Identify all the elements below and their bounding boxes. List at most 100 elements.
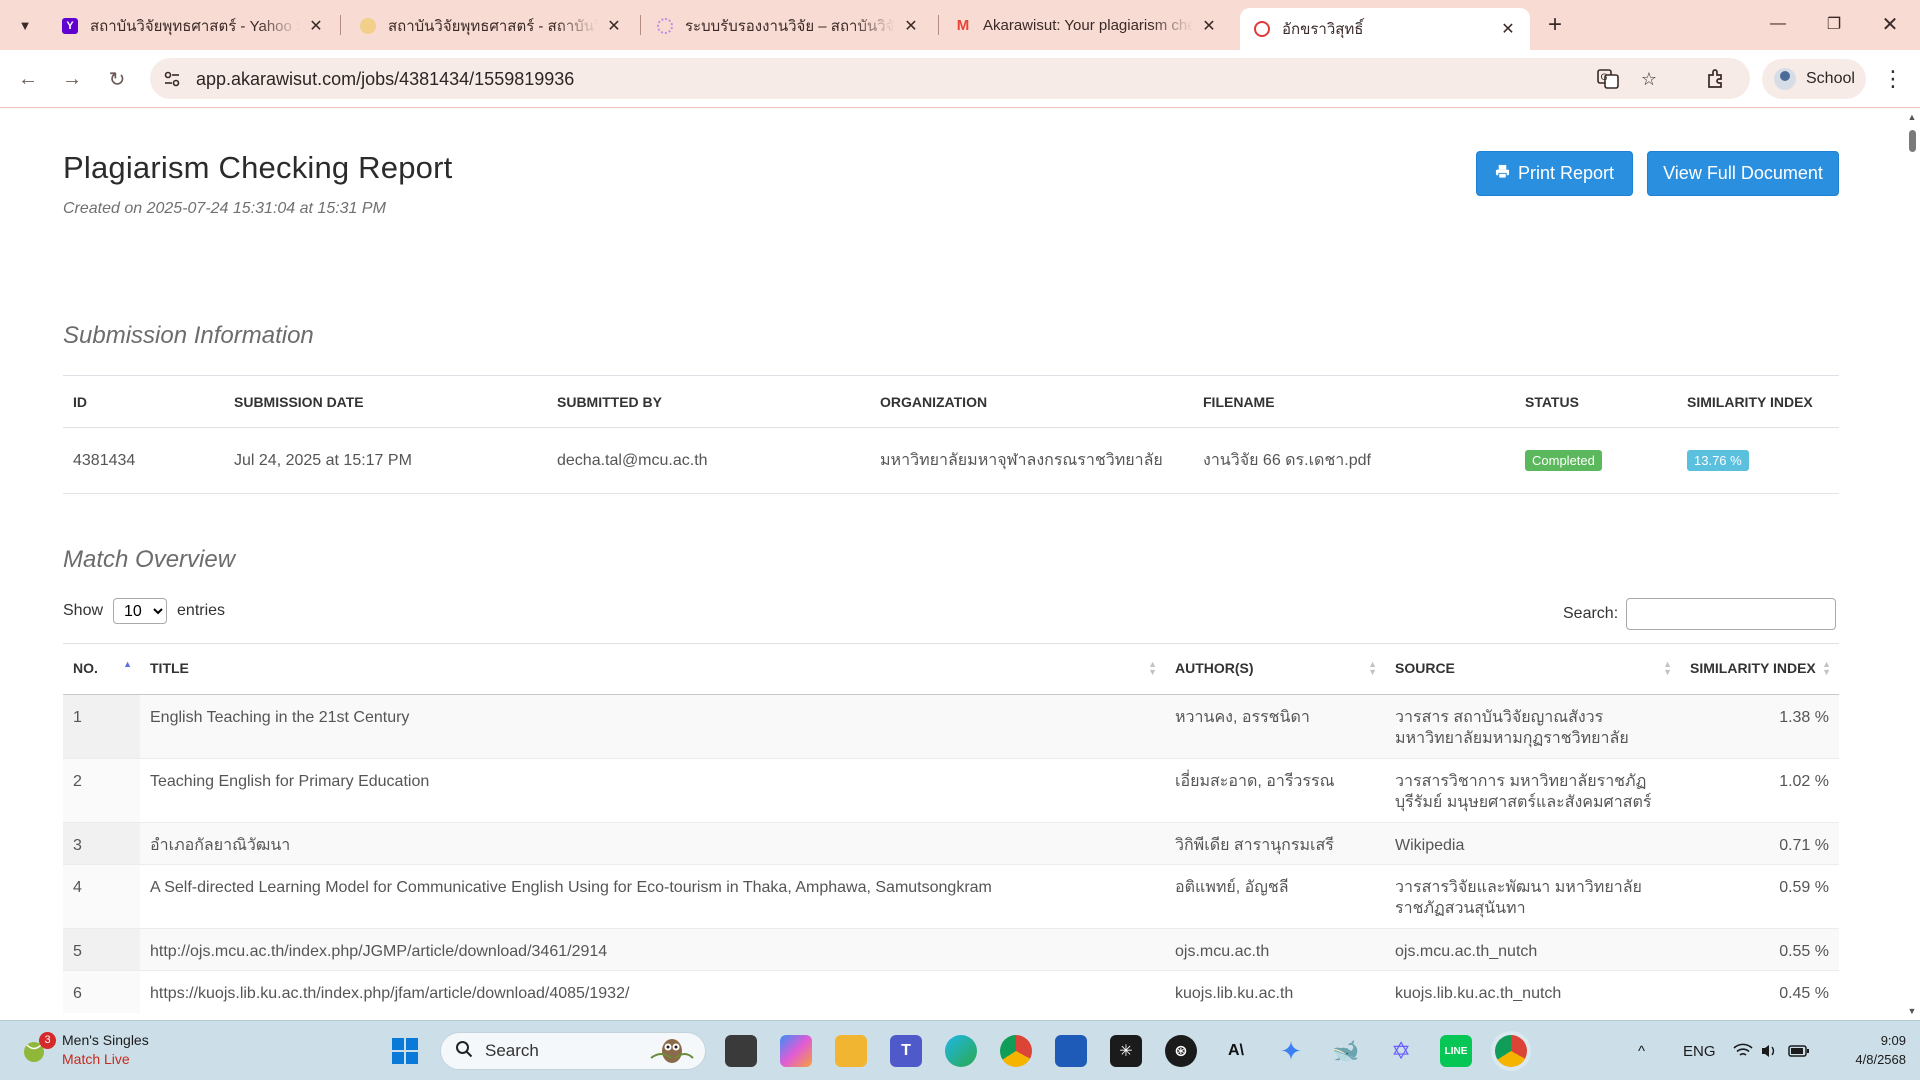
- taskbar-search[interactable]: Search: [440, 1032, 706, 1070]
- col-header-no[interactable]: NO. ▲: [63, 643, 140, 695]
- row-title: http://ojs.mcu.ac.th/index.php/JGMP/arti…: [140, 928, 1165, 971]
- search-label: Search:: [1563, 605, 1619, 622]
- reload-icon[interactable]: ↻: [101, 63, 133, 95]
- profile-button[interactable]: School: [1762, 59, 1866, 99]
- chrome-icon[interactable]: [1000, 1035, 1032, 1067]
- search-input[interactable]: [1626, 598, 1837, 630]
- tab-gmail[interactable]: M Akarawisut: Your plagiarism che ✕: [941, 7, 1231, 44]
- profile-label: School: [1806, 70, 1855, 87]
- tab-akarawisut[interactable]: อักขราวิสุทธิ์ ✕: [1240, 8, 1530, 50]
- browser-toolbar: ← → ↻ app.akarawisut.com/jobs/4381434/15…: [0, 50, 1920, 108]
- col-header-source[interactable]: SOURCE ▲ ▼: [1385, 643, 1680, 695]
- sort-icon: ▲ ▼: [1663, 659, 1672, 677]
- volume-icon[interactable]: [1760, 1021, 1778, 1080]
- chrome-active-icon[interactable]: [1495, 1035, 1527, 1067]
- status-cell: Completed: [1515, 427, 1677, 494]
- match-table: NO. ▲ TITLE ▲ ▼ AUTHOR(S) ▲ ▼ SOURCE ▲ ▼ SIMILA…: [63, 643, 1839, 1013]
- entries-length-control: Show 10 entries: [63, 598, 225, 624]
- col-header-similarity[interactable]: SIMILARITY INDEX ▲ ▼: [1680, 643, 1839, 695]
- owl-search-highlight-icon: [649, 1034, 695, 1069]
- minimize-icon[interactable]: —: [1758, 8, 1798, 40]
- table-row[interactable]: 3 อำเภอกัลยาณิวัฒนา วิกิพีเดีย สารานุกรม…: [63, 822, 1839, 865]
- print-report-button[interactable]: Print Report: [1476, 151, 1633, 196]
- copilot-icon[interactable]: [780, 1035, 812, 1067]
- teams-icon[interactable]: T: [890, 1035, 922, 1067]
- tab-research-certification[interactable]: ระบบรับรองงานวิจัย – สถาบันวิจัยพุท ✕: [643, 7, 933, 44]
- news-widget[interactable]: 3 Men's Singles Match Live: [22, 1031, 149, 1069]
- search-icon: [455, 1040, 473, 1063]
- table-header-row: NO. ▲ TITLE ▲ ▼ AUTHOR(S) ▲ ▼ SOURCE ▲ ▼ SIMILA…: [63, 643, 1839, 695]
- submitted-by: decha.tal@mcu.ac.th: [547, 427, 870, 494]
- tab-institute[interactable]: สถาบันวิจัยพุทธศาสตร์ - สถาบันวิจัยพ ✕: [346, 7, 636, 44]
- close-icon[interactable]: ✕: [306, 16, 326, 36]
- avatar: [1774, 68, 1796, 90]
- row-no: 6: [63, 970, 140, 1013]
- perplexity-icon[interactable]: ✳: [1110, 1035, 1142, 1067]
- line-icon[interactable]: LINE: [1440, 1035, 1472, 1067]
- store-icon[interactable]: [1055, 1035, 1087, 1067]
- temple-icon: [360, 17, 376, 34]
- table-row[interactable]: 2 Teaching English for Primary Education…: [63, 758, 1839, 823]
- row-similarity: 1.02 %: [1680, 758, 1839, 823]
- deepseek-icon[interactable]: 🐋: [1330, 1035, 1362, 1067]
- battery-icon[interactable]: [1788, 1021, 1810, 1080]
- extensions-icon[interactable]: [1700, 63, 1732, 95]
- table-row[interactable]: 5 http://ojs.mcu.ac.th/index.php/JGMP/ar…: [63, 928, 1839, 971]
- windows-start-icon[interactable]: [389, 1035, 421, 1067]
- input-language[interactable]: ENG: [1683, 1021, 1716, 1080]
- col-header-source-label: SOURCE: [1395, 660, 1455, 676]
- submission-date: Jul 24, 2025 at 15:17 PM: [224, 427, 547, 494]
- col-header-authors[interactable]: AUTHOR(S) ▲ ▼: [1165, 643, 1385, 695]
- bookmark-star-icon[interactable]: ☆: [1637, 67, 1661, 91]
- table-row[interactable]: 4 A Self-directed Learning Model for Com…: [63, 864, 1839, 929]
- col-header-title[interactable]: TITLE ▲ ▼: [140, 643, 1165, 695]
- close-icon[interactable]: ✕: [1498, 19, 1518, 39]
- view-full-document-button[interactable]: View Full Document: [1647, 151, 1839, 196]
- submission-heading: Submission Information: [63, 322, 314, 349]
- edge-icon[interactable]: [945, 1035, 977, 1067]
- chatgpt-icon[interactable]: ⊛: [1165, 1035, 1197, 1067]
- window-close-icon[interactable]: ✕: [1870, 8, 1910, 40]
- entries-select[interactable]: 10: [113, 598, 168, 624]
- row-authors: วิกิพีเดีย สารานุกรมเสรี: [1165, 822, 1385, 865]
- file-explorer-icon[interactable]: [835, 1035, 867, 1067]
- site-info-icon[interactable]: [160, 67, 184, 91]
- sort-icon: ▲ ▼: [1148, 659, 1157, 677]
- browser-menu-icon[interactable]: ⋮: [1880, 63, 1906, 95]
- address-bar[interactable]: app.akarawisut.com/jobs/4381434/15598199…: [150, 58, 1750, 99]
- tab-yahoo[interactable]: Y สถาบันวิจัยพุทธศาสตร์ - Yahoo Sea ✕: [48, 7, 338, 44]
- news-title: Men's Singles: [62, 1032, 149, 1048]
- tab-search-dropdown-icon[interactable]: ▼: [12, 12, 38, 38]
- table-row[interactable]: 1 English Teaching in the 21st Century ห…: [63, 694, 1839, 759]
- anthropic-icon[interactable]: A\: [1220, 1035, 1252, 1067]
- taskbar-search-placeholder: Search: [485, 1041, 539, 1060]
- gmail-icon: M: [956, 17, 970, 34]
- new-tab-icon[interactable]: +: [1540, 10, 1570, 40]
- forward-icon[interactable]: →: [56, 63, 88, 95]
- table-row[interactable]: 6 https://kuojs.lib.ku.ac.th/index.php/j…: [63, 970, 1839, 1013]
- gemini-icon[interactable]: ✦: [1275, 1035, 1307, 1067]
- url-text: app.akarawisut.com/jobs/4381434/15598199…: [196, 69, 575, 89]
- row-authors: kuojs.lib.ku.ac.th: [1165, 970, 1385, 1013]
- translate-icon[interactable]: G: [1596, 67, 1620, 91]
- filename: งานวิจัย 66 ดร.เดชา.pdf: [1193, 427, 1515, 494]
- close-icon[interactable]: ✕: [901, 16, 921, 36]
- task-view-icon[interactable]: [725, 1035, 757, 1067]
- row-similarity: 0.45 %: [1680, 970, 1839, 1013]
- close-icon[interactable]: ✕: [1199, 16, 1219, 36]
- restore-icon[interactable]: ❐: [1814, 8, 1854, 40]
- show-hidden-icons[interactable]: ^: [1638, 1021, 1645, 1080]
- row-authors: เอี่ยมสะอาด, อารีวรรณ: [1165, 758, 1385, 823]
- star-app-icon[interactable]: ✡: [1385, 1035, 1417, 1067]
- flower-icon: [657, 17, 673, 34]
- system-clock[interactable]: 9:09 4/8/2568: [1818, 1031, 1906, 1069]
- back-icon[interactable]: ←: [12, 63, 44, 95]
- scroll-thumb[interactable]: [1909, 130, 1916, 152]
- tab-title: Akarawisut: Your plagiarism che: [983, 17, 1193, 34]
- wifi-icon[interactable]: [1733, 1021, 1753, 1080]
- scroll-up-icon[interactable]: ▲: [1907, 112, 1917, 122]
- scroll-down-icon[interactable]: ▼: [1907, 1006, 1917, 1016]
- page-scrollbar[interactable]: ▲ ▼: [1904, 108, 1920, 1020]
- close-icon[interactable]: ✕: [604, 16, 624, 36]
- page-title: Plagiarism Checking Report: [63, 150, 453, 185]
